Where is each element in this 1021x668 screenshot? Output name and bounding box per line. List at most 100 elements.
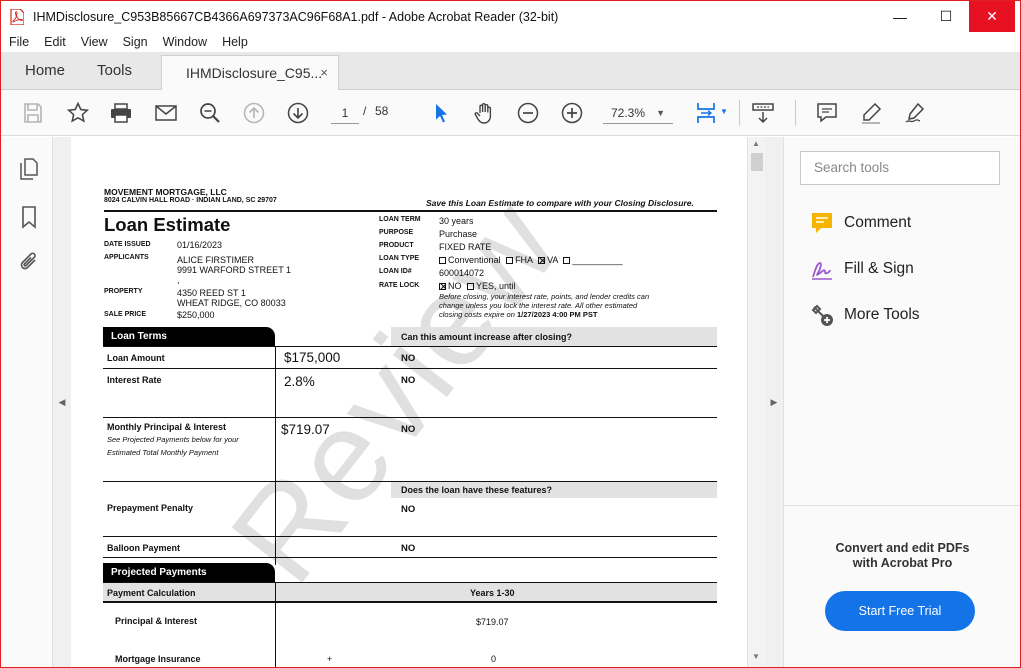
property-label: PROPERTY <box>104 288 143 295</box>
collapse-right-pane-button[interactable]: ▶ <box>765 137 783 667</box>
years-column-header: Years 1-30 <box>470 588 515 598</box>
search-tools-input[interactable]: Search tools <box>800 151 1000 185</box>
save-icon[interactable] <box>19 99 47 127</box>
fit-page-icon[interactable] <box>693 99 721 127</box>
sale-price-value: $250,000 <box>177 310 215 320</box>
fill-sign-icon <box>810 257 834 281</box>
more-tools-icon <box>810 303 834 327</box>
tools-pane-divider <box>784 505 1020 506</box>
menu-file[interactable]: File <box>9 35 29 49</box>
collapse-left-pane-button[interactable]: ◀ <box>53 137 71 667</box>
zoom-level-value: 72.3% <box>611 106 646 120</box>
sign-icon[interactable] <box>901 99 929 127</box>
tool-more-tools-label: More Tools <box>844 306 920 323</box>
bookmarks-icon[interactable] <box>17 205 41 229</box>
tool-comment-label: Comment <box>844 214 912 231</box>
mortgage-insurance-value: 0 <box>491 654 497 664</box>
minimize-button[interactable]: — <box>877 1 923 32</box>
menu-help[interactable]: Help <box>222 35 248 49</box>
start-free-trial-button[interactable]: Start Free Trial <box>825 591 975 631</box>
purpose-value: Purchase <box>439 229 478 239</box>
zoom-search-icon[interactable] <box>196 99 224 127</box>
highlight-pen-icon[interactable] <box>857 99 885 127</box>
column-rule <box>275 346 276 565</box>
tab-document[interactable]: IHMDisclosure_C95... × <box>161 55 339 90</box>
tool-more-tools[interactable]: More Tools <box>810 302 920 328</box>
scrollbar-thumb[interactable] <box>751 153 763 171</box>
interest-rate-label: Interest Rate <box>107 375 162 385</box>
email-icon[interactable] <box>152 99 180 127</box>
tool-fill-sign-label: Fill & Sign <box>844 260 914 277</box>
va-label: VA <box>547 255 558 265</box>
zoom-in-icon[interactable] <box>558 99 586 127</box>
chevron-down-icon: ▼ <box>656 108 665 118</box>
toolbar: 1 / 58 72.3% ▼ ▼ <box>1 90 1020 136</box>
interest-rate-answer: NO <box>401 375 416 386</box>
scrolling-mode-icon[interactable] <box>749 99 777 127</box>
fit-page-dropdown-icon[interactable]: ▼ <box>720 107 728 116</box>
loan-type-options: Conventional FHA VA __________ <box>439 255 623 265</box>
loan-id-label: LOAN ID# <box>379 268 412 275</box>
attachments-icon[interactable] <box>17 250 41 274</box>
row-rule <box>103 346 717 347</box>
zoom-level-select[interactable]: 72.3% ▼ <box>603 102 673 124</box>
row-rule <box>103 536 717 537</box>
comment-icon[interactable] <box>813 99 841 127</box>
next-page-icon[interactable] <box>284 99 312 127</box>
bookmark-star-icon[interactable] <box>64 99 92 127</box>
row-rule <box>103 368 717 369</box>
conventional-checkbox <box>439 257 446 264</box>
left-navigation-pane <box>1 137 53 667</box>
loan-amount-answer: NO <box>401 353 416 364</box>
toolbar-separator <box>795 100 796 126</box>
loan-terms-section-tab: Loan Terms <box>103 327 275 346</box>
principal-interest-label: Principal & Interest <box>115 616 198 626</box>
applicants-label: APPLICANTS <box>104 254 149 261</box>
fha-label: FHA <box>515 255 533 265</box>
product-value: FIXED RATE <box>439 242 492 252</box>
print-icon[interactable] <box>107 99 135 127</box>
rate-lock-note-1: Before closing, your interest rate, poin… <box>439 292 650 301</box>
mortgage-insurance-label: Mortgage Insurance <box>115 654 201 664</box>
product-label: PRODUCT <box>379 242 414 249</box>
scroll-down-icon[interactable]: ▼ <box>752 652 760 661</box>
scroll-up-icon[interactable]: ▲ <box>752 139 760 148</box>
page-thumbnails-icon[interactable] <box>17 157 41 181</box>
select-cursor-icon[interactable] <box>427 99 455 127</box>
mortgage-insurance-plus: + <box>327 654 333 664</box>
row-rule <box>103 557 717 558</box>
rate-lock-no-checkbox-checked <box>439 283 446 290</box>
hand-tool-icon[interactable] <box>470 99 498 127</box>
tool-comment[interactable]: Comment <box>810 210 911 236</box>
previous-page-icon[interactable] <box>240 99 268 127</box>
document-viewport[interactable]: Review MOVEMENT MORTGAGE, LLC 8024 CALVI… <box>71 137 747 667</box>
fha-checkbox <box>506 257 514 264</box>
tab-tools[interactable]: Tools <box>97 62 132 79</box>
balloon-payment-label: Balloon Payment <box>107 543 181 553</box>
zoom-out-icon[interactable] <box>514 99 542 127</box>
close-tab-icon[interactable]: × <box>320 65 328 80</box>
menu-sign[interactable]: Sign <box>123 35 148 49</box>
tool-fill-sign[interactable]: Fill & Sign <box>810 256 914 282</box>
maximize-button[interactable]: ☐ <box>923 1 969 32</box>
tab-home[interactable]: Home <box>25 62 65 79</box>
rate-lock-yes-checkbox <box>467 283 475 290</box>
row-rule <box>103 417 717 418</box>
purpose-label: PURPOSE <box>379 229 414 236</box>
maximize-icon: ☐ <box>939 8 953 24</box>
menu-window[interactable]: Window <box>163 35 207 49</box>
loan-amount-label: Loan Amount <box>107 353 165 363</box>
promo-line-1: Convert and edit PDFs <box>835 541 970 555</box>
menu-view[interactable]: View <box>81 35 108 49</box>
column-rule <box>275 583 276 667</box>
close-window-button[interactable]: ✕ <box>969 1 1015 32</box>
menu-edit[interactable]: Edit <box>44 35 66 49</box>
monthly-pi-label: Monthly Principal & Interest <box>107 422 227 432</box>
lender-address: 8024 CALVIN HALL ROAD · INDIAN LAND, SC … <box>104 197 277 204</box>
applicant-extra: , <box>177 275 180 285</box>
rate-lock-options: NO YES, until <box>439 281 516 291</box>
vertical-scrollbar[interactable]: ▲ ▼ <box>747 137 765 667</box>
applicant-name: ALICE FIRSTIMER <box>177 255 255 265</box>
promo-line-2: with Acrobat Pro <box>852 556 953 570</box>
page-number-input[interactable]: 1 <box>331 102 359 124</box>
